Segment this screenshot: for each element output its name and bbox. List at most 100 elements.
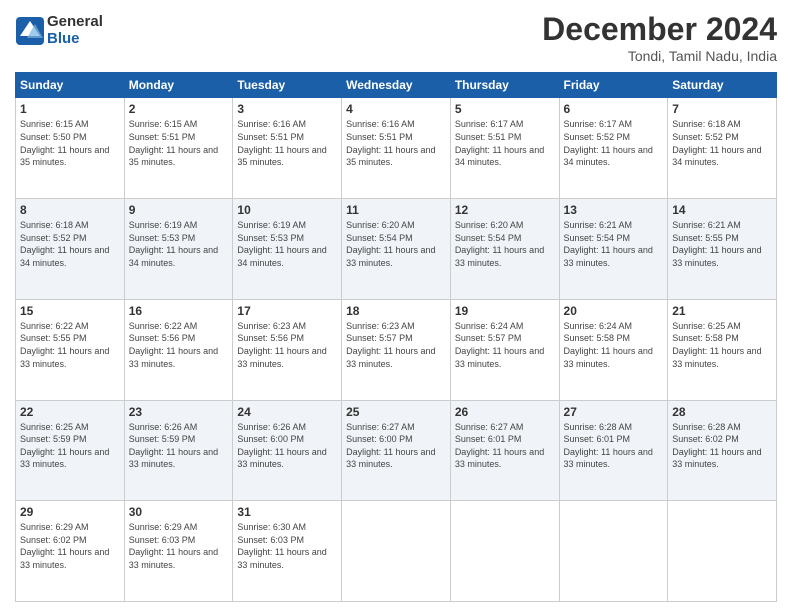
day-info: Sunrise: 6:20 AMSunset: 5:54 PMDaylight:… bbox=[346, 219, 446, 269]
day-number: 2 bbox=[129, 102, 229, 116]
calendar-cell: 9 Sunrise: 6:19 AMSunset: 5:53 PMDaylight… bbox=[124, 199, 233, 300]
day-info: Sunrise: 6:29 AMSunset: 6:02 PMDaylight:… bbox=[20, 521, 120, 571]
calendar-cell: 20 Sunrise: 6:24 AMSunset: 5:58 PMDayligh… bbox=[559, 299, 668, 400]
calendar-week-5: 29Sunrise: 6:29 AMSunset: 6:02 PMDayligh… bbox=[16, 501, 777, 602]
calendar-cell: 6 Sunrise: 6:17 AMSunset: 5:52 PMDaylight… bbox=[559, 98, 668, 199]
day-number: 28 bbox=[672, 405, 772, 419]
day-number: 30 bbox=[129, 505, 229, 519]
day-number: 22 bbox=[20, 405, 120, 419]
calendar-cell: 12 Sunrise: 6:20 AMSunset: 5:54 PMDayligh… bbox=[450, 199, 559, 300]
day-info: Sunrise: 6:16 AMSunset: 5:51 PMDaylight:… bbox=[237, 118, 337, 168]
logo: General Blue bbox=[15, 14, 103, 47]
day-info: Sunrise: 6:28 AMSunset: 6:02 PMDaylight:… bbox=[672, 421, 772, 471]
day-number: 1 bbox=[20, 102, 120, 116]
calendar-cell bbox=[559, 501, 668, 602]
day-number: 21 bbox=[672, 304, 772, 318]
day-number: 27 bbox=[564, 405, 664, 419]
header: General Blue December 2024 Tondi, Tamil … bbox=[15, 10, 777, 64]
day-info: Sunrise: 6:27 AMSunset: 6:01 PMDaylight:… bbox=[455, 421, 555, 471]
day-number: 23 bbox=[129, 405, 229, 419]
calendar-cell: 13 Sunrise: 6:21 AMSunset: 5:54 PMDayligh… bbox=[559, 199, 668, 300]
day-number: 13 bbox=[564, 203, 664, 217]
day-info: Sunrise: 6:16 AMSunset: 5:51 PMDaylight:… bbox=[346, 118, 446, 168]
day-info: Sunrise: 6:24 AMSunset: 5:58 PMDaylight:… bbox=[564, 320, 664, 370]
day-info: Sunrise: 6:23 AMSunset: 5:57 PMDaylight:… bbox=[346, 320, 446, 370]
day-number: 16 bbox=[129, 304, 229, 318]
day-number: 15 bbox=[20, 304, 120, 318]
day-number: 18 bbox=[346, 304, 446, 318]
calendar-cell: 23 Sunrise: 6:26 AMSunset: 5:59 PMDayligh… bbox=[124, 400, 233, 501]
calendar-cell: 5Sunrise: 6:17 AMSunset: 5:51 PMDaylight… bbox=[450, 98, 559, 199]
day-info: Sunrise: 6:21 AMSunset: 5:55 PMDaylight:… bbox=[672, 219, 772, 269]
day-info: Sunrise: 6:30 AMSunset: 6:03 PMDaylight:… bbox=[237, 521, 337, 571]
calendar-cell bbox=[450, 501, 559, 602]
location: Tondi, Tamil Nadu, India bbox=[542, 48, 777, 64]
logo-icon bbox=[15, 16, 45, 46]
calendar-cell: 4 Sunrise: 6:16 AMSunset: 5:51 PMDaylight… bbox=[342, 98, 451, 199]
calendar-week-4: 22 Sunrise: 6:25 AMSunset: 5:59 PMDayligh… bbox=[16, 400, 777, 501]
calendar-cell: 24 Sunrise: 6:26 AMSunset: 6:00 PMDayligh… bbox=[233, 400, 342, 501]
weekday-header-tuesday: Tuesday bbox=[233, 73, 342, 98]
day-number: 7 bbox=[672, 102, 772, 116]
day-info: Sunrise: 6:26 AMSunset: 5:59 PMDaylight:… bbox=[129, 421, 229, 471]
day-info: Sunrise: 6:27 AMSunset: 6:00 PMDaylight:… bbox=[346, 421, 446, 471]
calendar-cell: 17 Sunrise: 6:23 AMSunset: 5:56 PMDayligh… bbox=[233, 299, 342, 400]
calendar-cell: 28 Sunrise: 6:28 AMSunset: 6:02 PMDayligh… bbox=[668, 400, 777, 501]
calendar-cell: 27 Sunrise: 6:28 AMSunset: 6:01 PMDayligh… bbox=[559, 400, 668, 501]
calendar-cell: 29Sunrise: 6:29 AMSunset: 6:02 PMDayligh… bbox=[16, 501, 125, 602]
day-number: 19 bbox=[455, 304, 555, 318]
calendar-cell: 31Sunrise: 6:30 AMSunset: 6:03 PMDayligh… bbox=[233, 501, 342, 602]
calendar-cell: 21 Sunrise: 6:25 AMSunset: 5:58 PMDayligh… bbox=[668, 299, 777, 400]
calendar-cell: 11Sunrise: 6:20 AMSunset: 5:54 PMDayligh… bbox=[342, 199, 451, 300]
day-number: 5 bbox=[455, 102, 555, 116]
day-info: Sunrise: 6:21 AMSunset: 5:54 PMDaylight:… bbox=[564, 219, 664, 269]
calendar-cell: 14 Sunrise: 6:21 AMSunset: 5:55 PMDayligh… bbox=[668, 199, 777, 300]
day-info: Sunrise: 6:28 AMSunset: 6:01 PMDaylight:… bbox=[564, 421, 664, 471]
calendar-cell: 15 Sunrise: 6:22 AMSunset: 5:55 PMDayligh… bbox=[16, 299, 125, 400]
day-number: 24 bbox=[237, 405, 337, 419]
calendar-cell: 18 Sunrise: 6:23 AMSunset: 5:57 PMDayligh… bbox=[342, 299, 451, 400]
day-number: 12 bbox=[455, 203, 555, 217]
page-container: General Blue December 2024 Tondi, Tamil … bbox=[0, 0, 792, 612]
weekday-header-row: SundayMondayTuesdayWednesdayThursdayFrid… bbox=[16, 73, 777, 98]
day-number: 26 bbox=[455, 405, 555, 419]
day-info: Sunrise: 6:22 AMSunset: 5:56 PMDaylight:… bbox=[129, 320, 229, 370]
calendar-cell bbox=[342, 501, 451, 602]
day-number: 6 bbox=[564, 102, 664, 116]
day-number: 8 bbox=[20, 203, 120, 217]
day-info: Sunrise: 6:19 AMSunset: 5:53 PMDaylight:… bbox=[129, 219, 229, 269]
day-number: 20 bbox=[564, 304, 664, 318]
calendar-week-3: 15 Sunrise: 6:22 AMSunset: 5:55 PMDayligh… bbox=[16, 299, 777, 400]
weekday-header-saturday: Saturday bbox=[668, 73, 777, 98]
calendar-cell: 2 Sunrise: 6:15 AMSunset: 5:51 PMDaylight… bbox=[124, 98, 233, 199]
day-number: 4 bbox=[346, 102, 446, 116]
day-info: Sunrise: 6:18 AMSunset: 5:52 PMDaylight:… bbox=[20, 219, 120, 269]
calendar-week-2: 8 Sunrise: 6:18 AMSunset: 5:52 PMDaylight… bbox=[16, 199, 777, 300]
title-block: December 2024 Tondi, Tamil Nadu, India bbox=[542, 10, 777, 64]
day-number: 17 bbox=[237, 304, 337, 318]
day-info: Sunrise: 6:17 AMSunset: 5:52 PMDaylight:… bbox=[564, 118, 664, 168]
month-title: December 2024 bbox=[542, 10, 777, 48]
day-info: Sunrise: 6:24 AMSunset: 5:57 PMDaylight:… bbox=[455, 320, 555, 370]
day-number: 25 bbox=[346, 405, 446, 419]
day-info: Sunrise: 6:22 AMSunset: 5:55 PMDaylight:… bbox=[20, 320, 120, 370]
day-info: Sunrise: 6:25 AMSunset: 5:58 PMDaylight:… bbox=[672, 320, 772, 370]
day-number: 14 bbox=[672, 203, 772, 217]
day-info: Sunrise: 6:20 AMSunset: 5:54 PMDaylight:… bbox=[455, 219, 555, 269]
calendar-table: SundayMondayTuesdayWednesdayThursdayFrid… bbox=[15, 72, 777, 602]
day-info: Sunrise: 6:15 AMSunset: 5:51 PMDaylight:… bbox=[129, 118, 229, 168]
calendar-cell: 30Sunrise: 6:29 AMSunset: 6:03 PMDayligh… bbox=[124, 501, 233, 602]
calendar-cell: 26 Sunrise: 6:27 AMSunset: 6:01 PMDayligh… bbox=[450, 400, 559, 501]
day-info: Sunrise: 6:23 AMSunset: 5:56 PMDaylight:… bbox=[237, 320, 337, 370]
day-info: Sunrise: 6:25 AMSunset: 5:59 PMDaylight:… bbox=[20, 421, 120, 471]
weekday-header-wednesday: Wednesday bbox=[342, 73, 451, 98]
calendar-week-1: 1Sunrise: 6:15 AMSunset: 5:50 PMDaylight… bbox=[16, 98, 777, 199]
calendar-cell: 10Sunrise: 6:19 AMSunset: 5:53 PMDayligh… bbox=[233, 199, 342, 300]
day-number: 9 bbox=[129, 203, 229, 217]
day-number: 3 bbox=[237, 102, 337, 116]
calendar-cell: 22 Sunrise: 6:25 AMSunset: 5:59 PMDayligh… bbox=[16, 400, 125, 501]
weekday-header-thursday: Thursday bbox=[450, 73, 559, 98]
logo-text: General Blue bbox=[47, 14, 103, 47]
day-info: Sunrise: 6:26 AMSunset: 6:00 PMDaylight:… bbox=[237, 421, 337, 471]
weekday-header-friday: Friday bbox=[559, 73, 668, 98]
